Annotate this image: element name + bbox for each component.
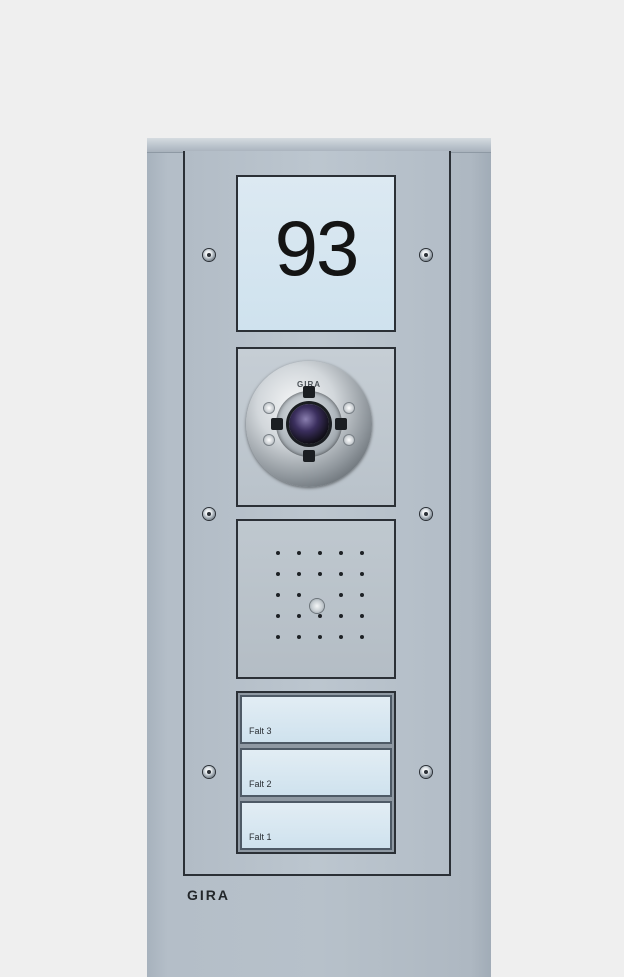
doorbell-button[interactable]: Falt 2 — [240, 748, 392, 797]
doorbell-panel: Falt 3 Falt 2 Falt 1 — [236, 691, 396, 854]
speaker-hole — [339, 593, 343, 597]
speaker-hole — [297, 572, 301, 576]
doorbell-label: Falt 3 — [249, 726, 272, 736]
camera-tab — [303, 386, 315, 398]
speaker-hole — [276, 614, 280, 618]
house-number: 93 — [274, 204, 360, 292]
camera-lens — [289, 404, 329, 444]
speaker-hole — [318, 635, 322, 639]
doorbell-label: Falt 2 — [249, 779, 272, 789]
doorbell-label: Falt 1 — [249, 832, 272, 842]
speaker-hole — [360, 635, 364, 639]
speaker-hole — [297, 551, 301, 555]
screw-icon — [420, 249, 432, 261]
screw-icon — [203, 249, 215, 261]
camera-led — [344, 435, 354, 445]
speaker-hole — [339, 635, 343, 639]
screw-icon — [203, 766, 215, 778]
speaker-hole — [339, 572, 343, 576]
house-number-display: 93 — [236, 175, 396, 332]
speaker-hole — [297, 635, 301, 639]
speaker-module — [236, 519, 396, 679]
speaker-hole — [360, 614, 364, 618]
speaker-hole — [276, 551, 280, 555]
speaker-hole — [297, 614, 301, 618]
camera-tab — [271, 418, 283, 430]
panel-brand: GIRA — [187, 887, 230, 903]
speaker-hole — [276, 593, 280, 597]
door-station-pillar: 93 GIRA Falt 3 Falt 2 Falt 1 GIRA — [147, 138, 491, 977]
camera-module: GIRA — [236, 347, 396, 507]
camera-led — [264, 403, 274, 413]
camera-icon: GIRA — [246, 361, 372, 487]
speaker-hole — [360, 593, 364, 597]
microphone-icon — [310, 599, 324, 613]
speaker-hole — [318, 551, 322, 555]
speaker-hole — [297, 593, 301, 597]
screw-icon — [420, 508, 432, 520]
speaker-hole — [276, 635, 280, 639]
doorbell-button[interactable]: Falt 1 — [240, 801, 392, 850]
speaker-hole — [339, 614, 343, 618]
speaker-hole — [318, 572, 322, 576]
speaker-hole — [360, 572, 364, 576]
speaker-hole — [339, 551, 343, 555]
camera-led — [344, 403, 354, 413]
camera-tab — [303, 450, 315, 462]
speaker-hole — [360, 551, 364, 555]
speaker-hole — [318, 614, 322, 618]
camera-led — [264, 435, 274, 445]
doorbell-button[interactable]: Falt 3 — [240, 695, 392, 744]
screw-icon — [203, 508, 215, 520]
speaker-hole — [276, 572, 280, 576]
camera-tab — [335, 418, 347, 430]
screw-icon — [420, 766, 432, 778]
